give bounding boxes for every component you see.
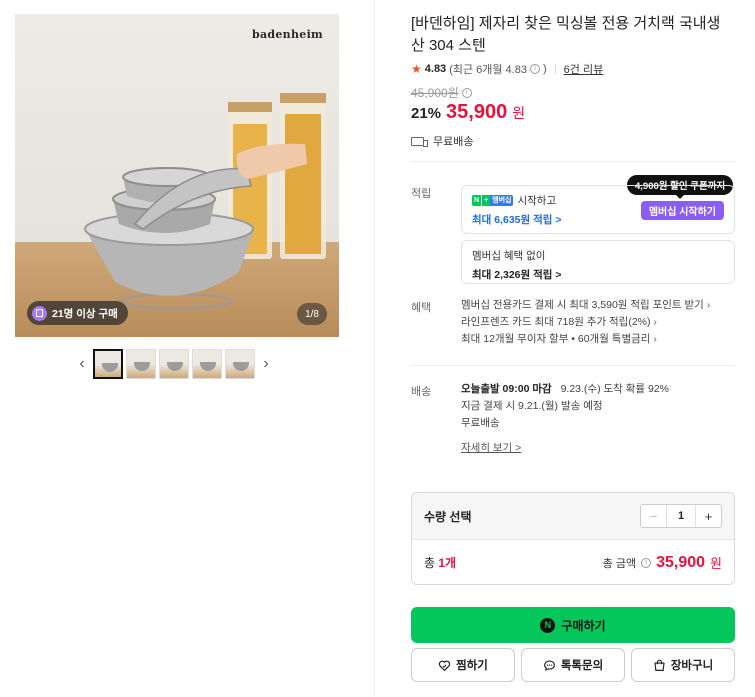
product-main-image[interactable]: badenheim 21명 이상 구매 1/8 — [15, 14, 339, 337]
cart-button[interactable]: 장바구니 — [631, 648, 735, 682]
quantity-box: 수량 선택 − 1 + 총 1개 총 금액 i 35,900 원 — [411, 492, 735, 585]
truck-icon — [411, 136, 428, 147]
quantity-value[interactable]: 1 — [667, 505, 695, 527]
thumb-prev-chevron-icon[interactable]: ‹ — [74, 349, 90, 379]
thumbnail-1[interactable] — [93, 349, 123, 379]
free-shipping-row: 무료배송 — [411, 133, 473, 149]
rating-score: 4.83 — [424, 63, 447, 75]
cart-label: 장바구니 — [670, 660, 714, 672]
thumbnail-strip: ‹ › — [74, 349, 274, 379]
naver-pay-icon: N — [540, 617, 556, 633]
total-unit: 원 — [710, 556, 722, 571]
quantity-total-row: 총 1개 총 금액 i 35,900 원 — [412, 540, 734, 585]
earn-label: 적립 — [411, 188, 432, 200]
total-info-icon[interactable]: i — [641, 557, 652, 568]
original-price: 45,900원 — [411, 86, 459, 100]
discount-rate: 21% — [411, 105, 442, 122]
free-shipping-text: 무료배송 — [433, 136, 474, 148]
quantity-stepper[interactable]: − 1 + — [640, 504, 722, 528]
total-label: 총 금액 — [602, 557, 637, 570]
membership-earn-box[interactable]: N + 멤버십 시작하고 최대 6,635원 적립 > 멤버십 시작하기 — [461, 185, 735, 234]
wishlist-label: 찜하기 — [456, 660, 488, 672]
section-divider — [411, 365, 735, 366]
mixing-bowls-illustration — [84, 93, 326, 309]
review-count-link[interactable]: 6건 리뷰 — [564, 61, 604, 77]
image-page-indicator: 1/8 — [297, 303, 327, 325]
buy-button-label: 구매하기 — [561, 618, 606, 633]
total-amount: 총 금액 i 35,900 원 — [603, 553, 722, 572]
non-member-title: 멤버십 혜택 없이 — [472, 250, 546, 262]
purchase-count-text: 21명 이상 구매 — [52, 307, 118, 320]
delivery-label: 배송 — [411, 386, 432, 398]
dispatch-date: 지금 결제 시 9.21.(월) 발송 예정 — [461, 400, 603, 412]
decrease-quantity-button[interactable]: − — [641, 505, 667, 527]
npay-membership-badge: N + 멤버십 — [472, 195, 514, 206]
talk-inquiry-button[interactable]: 톡톡문의 — [521, 648, 625, 682]
wishlist-button[interactable]: 찜하기 — [411, 648, 515, 682]
today-dispatch-deadline: 오늘출발 09:00 마감 — [461, 383, 552, 395]
delivery-info: 오늘출발 09:00 마감 9.23.(수) 도착 확률 92% 지금 결제 시… — [461, 381, 669, 457]
secondary-buttons: 찜하기 톡톡문의 장바구니 — [411, 648, 735, 682]
delivery-today-row: 오늘출발 09:00 마감 9.23.(수) 도착 확률 92% — [461, 381, 669, 398]
benefits-list: 멤버십 전용카드 결제 시 최대 3,590원 적립 포인트 받기 라인프렌즈 … — [461, 297, 710, 348]
benefits-label: 혜택 — [411, 302, 432, 314]
arrival-probability: 9.23.(수) 도착 확률 92% — [560, 383, 669, 395]
non-member-max-earn: 최대 2,326원 적립 > — [472, 269, 562, 281]
talk-inquiry-label: 톡톡문의 — [560, 660, 604, 672]
rating-row: ★ 4.83 (최근 6개월 4.83 i) 6건 리뷰 — [411, 61, 604, 77]
non-member-earn-box[interactable]: 멤버십 혜택 없이 최대 2,326원 적립 > — [461, 240, 735, 284]
section-divider — [411, 161, 735, 162]
price-info-icon[interactable]: i — [461, 87, 472, 98]
total-count: 총 1개 — [424, 556, 457, 570]
delivery-fee: 무료배송 — [461, 417, 500, 429]
purchase-count-badge: 21명 이상 구매 — [27, 301, 128, 325]
delivery-more-link[interactable]: 자세히 보기 > — [461, 440, 669, 457]
membership-start-button[interactable]: 멤버십 시작하기 — [640, 201, 724, 220]
benefit-item[interactable]: 라인프렌즈 카드 최대 718원 추가 적립(2%) — [461, 314, 710, 331]
sale-price: 35,900 — [446, 101, 508, 123]
column-divider — [374, 0, 375, 697]
heart-icon — [438, 660, 451, 671]
sale-price-row: 21% 35,900 원 — [411, 101, 525, 124]
membership-start-text: 시작하고 — [517, 195, 557, 207]
thumb-next-chevron-icon[interactable]: › — [258, 349, 274, 379]
info-icon[interactable]: i — [529, 64, 540, 74]
quantity-select-row: 수량 선택 − 1 + — [412, 493, 734, 540]
rating-recent: (최근 6개월 4.83 — [449, 64, 527, 76]
quantity-title: 수량 선택 — [424, 509, 472, 524]
rating-separator — [554, 64, 556, 74]
shopping-bag-icon — [32, 305, 47, 321]
product-title: [바덴하임] 제자리 찾은 믹싱볼 전용 거치랙 국내생산 304 스텐 — [411, 15, 721, 54]
thumbnail-5[interactable] — [225, 349, 255, 379]
chat-bubble-icon — [543, 659, 555, 671]
benefit-item[interactable]: 최대 12개월 무이자 할부 • 60개월 특별금리 — [461, 331, 710, 348]
original-price-row: 45,900원 i — [411, 84, 472, 101]
thumbnail-2[interactable] — [126, 349, 156, 379]
star-icon: ★ — [411, 62, 422, 76]
total-value: 35,900 — [656, 553, 706, 571]
increase-quantity-button[interactable]: + — [695, 505, 721, 527]
cart-bag-icon — [654, 659, 665, 671]
buy-button[interactable]: N 구매하기 — [411, 607, 735, 643]
brand-watermark: badenheim — [251, 28, 323, 41]
benefit-item[interactable]: 멤버십 전용카드 결제 시 최대 3,590원 적립 포인트 받기 — [461, 297, 710, 314]
thumbnail-4[interactable] — [192, 349, 222, 379]
price-unit: 원 — [512, 105, 526, 121]
thumbnail-3[interactable] — [159, 349, 189, 379]
